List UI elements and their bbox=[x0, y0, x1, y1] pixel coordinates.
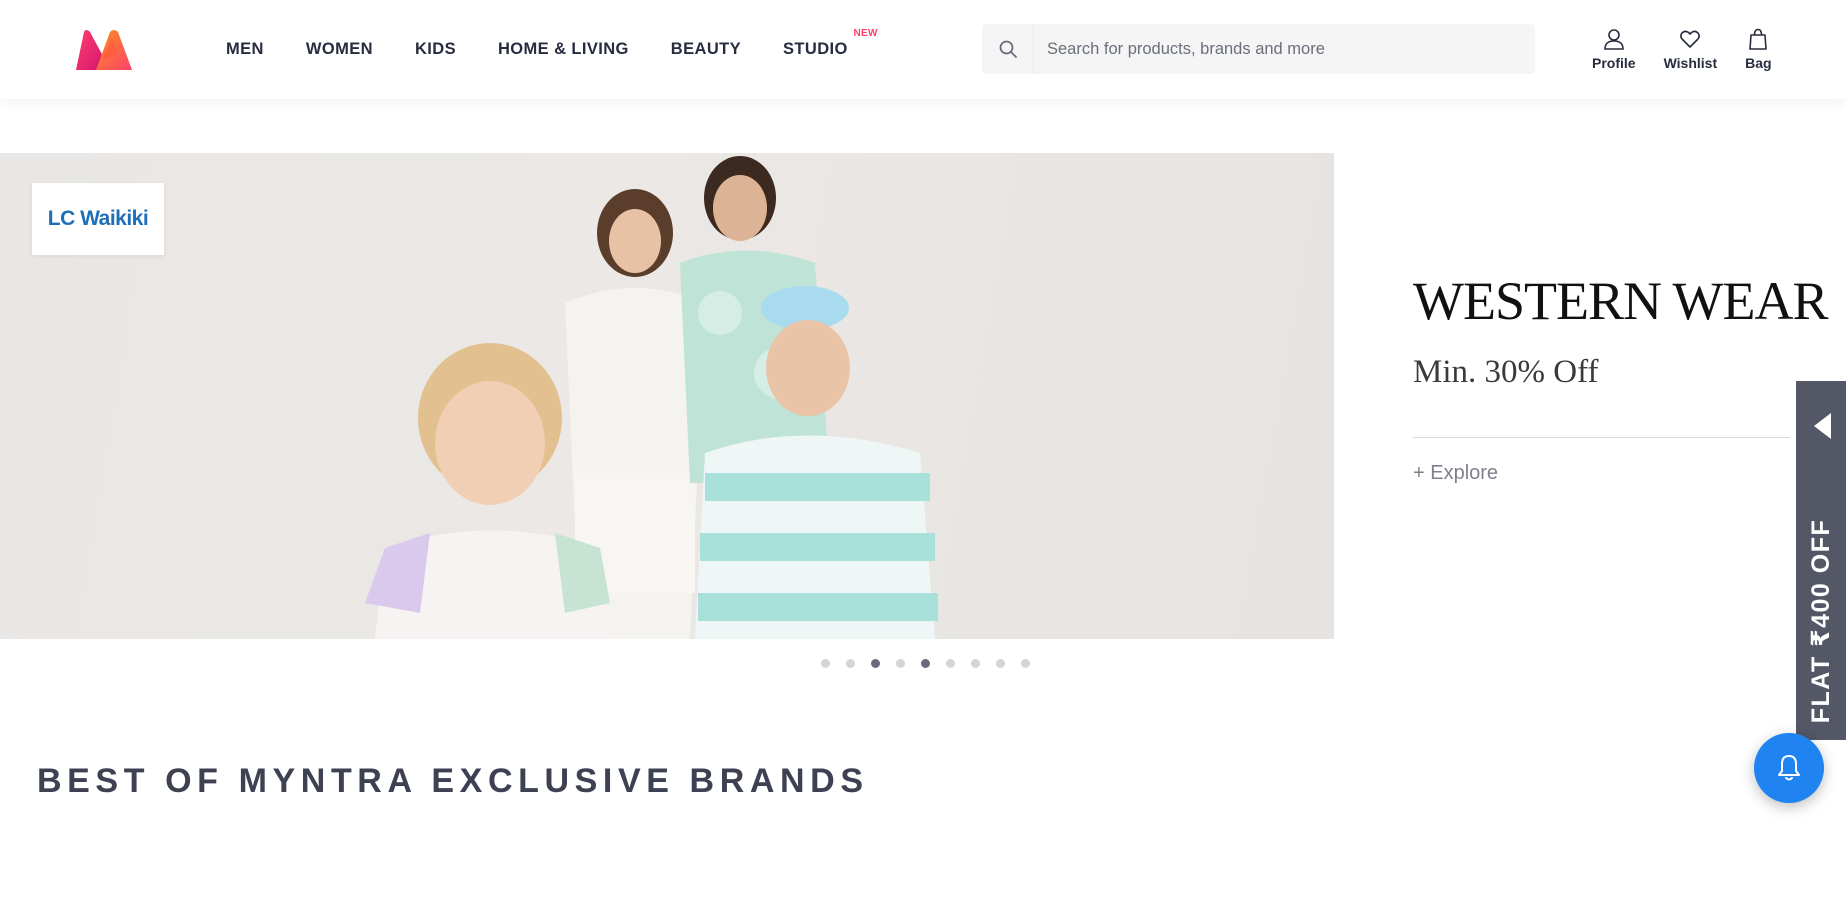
search-icon[interactable] bbox=[982, 24, 1034, 74]
carousel-dot[interactable] bbox=[921, 659, 930, 668]
carousel-dot[interactable] bbox=[896, 659, 905, 668]
hero-promo: WESTERN WEAR Min. 30% Off + Explore bbox=[1413, 270, 1828, 485]
bag-button[interactable]: Bag bbox=[1745, 28, 1772, 71]
profile-icon bbox=[1603, 29, 1624, 50]
promo-subtitle: Min. 30% Off bbox=[1413, 354, 1599, 390]
myntra-logo-icon[interactable] bbox=[72, 28, 136, 72]
nav-men[interactable]: MEN bbox=[226, 40, 264, 59]
wishlist-label: Wishlist bbox=[1663, 55, 1718, 71]
nav-studio[interactable]: STUDIO NEW bbox=[783, 28, 877, 59]
nav-women[interactable]: WOMEN bbox=[306, 40, 373, 59]
heart-icon bbox=[1680, 30, 1701, 48]
bag-icon bbox=[1749, 28, 1768, 50]
carousel-dot[interactable] bbox=[821, 659, 830, 668]
main-nav: MEN WOMEN KIDS HOME & LIVING BEAUTY STUD… bbox=[207, 0, 877, 99]
caret-left-icon bbox=[1814, 413, 1831, 439]
nav-home-living[interactable]: HOME & LIVING bbox=[498, 40, 629, 59]
profile-button[interactable]: Profile bbox=[1592, 28, 1636, 71]
search-input[interactable] bbox=[1034, 24, 1535, 74]
promo-title: WESTERN WEAR bbox=[1413, 271, 1828, 331]
carousel-dot[interactable] bbox=[1021, 659, 1030, 668]
bell-icon bbox=[1778, 755, 1800, 781]
offer-side-tab[interactable]: FLAT ₹400 OFF bbox=[1796, 381, 1846, 740]
carousel-dot[interactable] bbox=[946, 659, 955, 668]
carousel-dot[interactable] bbox=[996, 659, 1005, 668]
brand-logo-box: LC Waikiki bbox=[32, 183, 164, 255]
carousel-dot[interactable] bbox=[871, 659, 880, 668]
search-bar bbox=[982, 24, 1535, 74]
new-badge: NEW bbox=[853, 28, 878, 39]
carousel-dots bbox=[821, 659, 1046, 668]
nav-kids[interactable]: KIDS bbox=[415, 40, 456, 59]
profile-label: Profile bbox=[1592, 55, 1636, 71]
carousel-dot[interactable] bbox=[971, 659, 980, 668]
section-title: BEST OF MYNTRA EXCLUSIVE BRANDS bbox=[37, 762, 869, 800]
notification-button[interactable] bbox=[1754, 733, 1824, 803]
nav-beauty[interactable]: BEAUTY bbox=[671, 40, 741, 59]
carousel-dot[interactable] bbox=[846, 659, 855, 668]
bag-label: Bag bbox=[1745, 55, 1772, 71]
header-actions: Profile Wishlist Bag bbox=[1578, 0, 1786, 99]
explore-link[interactable]: + Explore bbox=[1413, 462, 1823, 485]
wishlist-button[interactable]: Wishlist bbox=[1663, 28, 1718, 71]
hero-models-image bbox=[365, 156, 938, 639]
brand-logo: LC Waikiki bbox=[47, 207, 149, 230]
promo-divider bbox=[1413, 437, 1790, 438]
hero-banner[interactable]: LC Waikiki bbox=[0, 153, 1334, 639]
offer-tab-label: FLAT ₹400 OFF bbox=[1807, 518, 1835, 724]
header: MEN WOMEN KIDS HOME & LIVING BEAUTY STUD… bbox=[0, 0, 1846, 99]
